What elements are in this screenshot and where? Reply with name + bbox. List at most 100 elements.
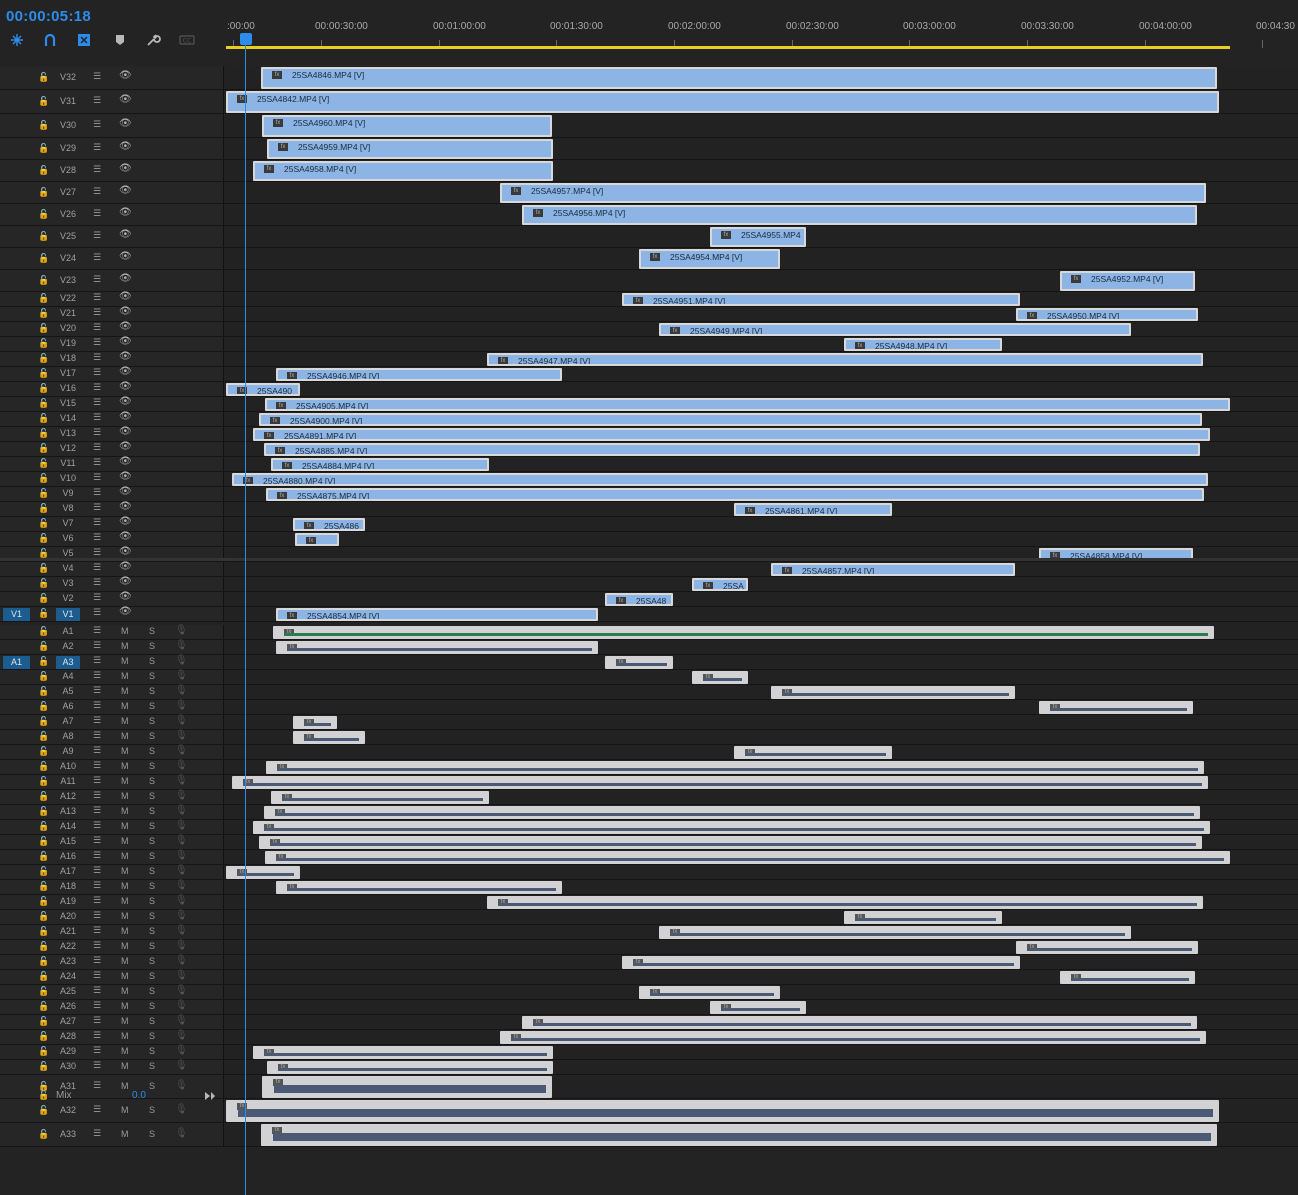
mute-button[interactable]: M [121, 1016, 129, 1026]
solo-button[interactable]: S [149, 791, 155, 801]
track-name[interactable]: V26 [56, 209, 80, 219]
lock-icon[interactable]: 🔓 [38, 293, 49, 304]
voiceover-mic-icon[interactable]: 🎙 [175, 1030, 188, 1041]
video-clip[interactable]: fx 25SA4884.MP4 [V] [271, 458, 489, 471]
eye-icon[interactable]: 👁 [119, 426, 132, 437]
track-name[interactable]: A2 [56, 641, 80, 651]
audio-clip[interactable]: fx [692, 671, 748, 684]
track-name[interactable]: V12 [56, 443, 80, 453]
sync-lock-icon[interactable]: ☰ [93, 625, 101, 636]
track-name[interactable]: A28 [56, 1031, 80, 1041]
mute-button[interactable]: M [121, 656, 129, 666]
sync-lock-icon[interactable]: ☰ [93, 252, 101, 263]
solo-button[interactable]: S [149, 896, 155, 906]
track-name[interactable]: V5 [56, 548, 80, 558]
track-name[interactable]: V8 [56, 503, 80, 513]
voiceover-mic-icon[interactable]: 🎙 [175, 940, 188, 951]
sync-lock-icon[interactable]: ☰ [93, 790, 101, 801]
video-clip[interactable]: fx 25SA4854.MP4 [V] [276, 608, 598, 621]
sync-lock-icon[interactable]: ☰ [93, 820, 101, 831]
solo-button[interactable]: S [149, 806, 155, 816]
track-name[interactable]: A8 [56, 731, 80, 741]
lock-icon[interactable]: 🔓 [38, 308, 49, 319]
track-name[interactable]: V4 [56, 563, 80, 573]
mute-button[interactable]: M [121, 881, 129, 891]
audio-clip[interactable]: fx [710, 1001, 806, 1014]
lock-icon[interactable]: 🔓 [38, 1001, 49, 1012]
lock-icon[interactable]: 🔓 [38, 338, 49, 349]
eye-icon[interactable]: 👁 [119, 381, 132, 392]
mute-button[interactable]: M [121, 911, 129, 921]
video-clip[interactable]: fx 25SA4857.MP4 [V] [771, 563, 1015, 576]
eye-icon[interactable]: 👁 [119, 501, 132, 512]
track-name[interactable]: V24 [56, 253, 80, 263]
audio-clip[interactable]: fx [771, 686, 1015, 699]
eye-icon[interactable]: 👁 [119, 141, 132, 152]
track-name[interactable]: V11 [56, 458, 80, 468]
track-area[interactable] [225, 865, 1298, 879]
sync-lock-icon[interactable]: ☰ [93, 805, 101, 816]
lock-icon[interactable]: 🔓 [38, 1016, 49, 1027]
sync-lock-icon[interactable]: ☰ [93, 685, 101, 696]
eye-icon[interactable]: 👁 [119, 163, 132, 174]
sync-lock-icon[interactable]: ☰ [93, 71, 101, 82]
audio-clip[interactable]: fx [253, 821, 1210, 834]
lock-icon[interactable]: 🔓 [38, 398, 49, 409]
video-clip[interactable]: fx 25SA4949.MP4 [V] [659, 323, 1131, 336]
mute-button[interactable]: M [121, 926, 129, 936]
mute-button[interactable]: M [121, 776, 129, 786]
lock-icon[interactable]: 🔓 [38, 701, 49, 712]
lock-icon[interactable]: 🔓 [38, 791, 49, 802]
audio-clip[interactable]: fx [273, 626, 1214, 639]
sync-lock-icon[interactable]: ☰ [93, 1045, 101, 1056]
video-clip[interactable]: fx [295, 533, 339, 546]
solo-button[interactable]: S [149, 1016, 155, 1026]
lock-icon[interactable]: 🔓 [38, 746, 49, 757]
audio-clip[interactable]: fx [500, 1031, 1206, 1044]
track-name[interactable]: A20 [56, 911, 80, 921]
snap-icon[interactable] [9, 32, 25, 48]
sync-lock-icon[interactable]: ☰ [93, 337, 101, 348]
lock-icon[interactable]: 🔓 [38, 165, 49, 176]
audio-clip[interactable]: fx [1016, 941, 1198, 954]
track-name[interactable]: V21 [56, 308, 80, 318]
mute-button[interactable]: M [121, 806, 129, 816]
lock-icon[interactable]: 🔓 [38, 563, 49, 574]
lock-icon[interactable]: 🔓 [38, 353, 49, 364]
solo-button[interactable]: S [149, 686, 155, 696]
video-clip[interactable]: fx 25SA4958.MP4 [V] [253, 161, 553, 181]
audio-clip[interactable]: fx [659, 926, 1131, 939]
source-patch-a1[interactable]: A1 [3, 656, 30, 669]
audio-clip[interactable]: fx [259, 836, 1202, 849]
solo-button[interactable]: S [149, 731, 155, 741]
track-name[interactable]: V6 [56, 533, 80, 543]
voiceover-mic-icon[interactable]: 🎙 [175, 1000, 188, 1011]
mute-button[interactable]: M [121, 626, 129, 636]
mute-button[interactable]: M [121, 1061, 129, 1071]
track-area[interactable] [225, 685, 1298, 699]
track-name[interactable]: A9 [56, 746, 80, 756]
eye-icon[interactable]: 👁 [119, 591, 132, 602]
voiceover-mic-icon[interactable]: 🎙 [175, 730, 188, 741]
sync-lock-icon[interactable]: ☰ [93, 970, 101, 981]
lock-icon[interactable]: 🔓 [38, 866, 49, 877]
audio-clip[interactable]: fx [734, 746, 892, 759]
track-name[interactable]: A24 [56, 971, 80, 981]
voiceover-mic-icon[interactable]: 🎙 [175, 685, 188, 696]
sync-lock-icon[interactable]: ☰ [93, 895, 101, 906]
sync-lock-icon[interactable]: ☰ [93, 925, 101, 936]
audio-clip[interactable]: fx [293, 716, 337, 729]
sync-lock-icon[interactable]: ☰ [93, 427, 101, 438]
sync-lock-icon[interactable]: ☰ [93, 352, 101, 363]
audio-clip[interactable]: fx [293, 731, 365, 744]
sync-lock-icon[interactable]: ☰ [93, 1060, 101, 1071]
voiceover-mic-icon[interactable]: 🎙 [175, 715, 188, 726]
lock-icon[interactable]: 🔓 [38, 926, 49, 937]
solo-button[interactable]: S [149, 926, 155, 936]
mute-button[interactable]: M [121, 851, 129, 861]
voiceover-mic-icon[interactable]: 🎙 [175, 850, 188, 861]
eye-icon[interactable]: 👁 [119, 366, 132, 377]
voiceover-mic-icon[interactable]: 🎙 [175, 670, 188, 681]
solo-button[interactable]: S [149, 1061, 155, 1071]
track-name[interactable]: V20 [56, 323, 80, 333]
